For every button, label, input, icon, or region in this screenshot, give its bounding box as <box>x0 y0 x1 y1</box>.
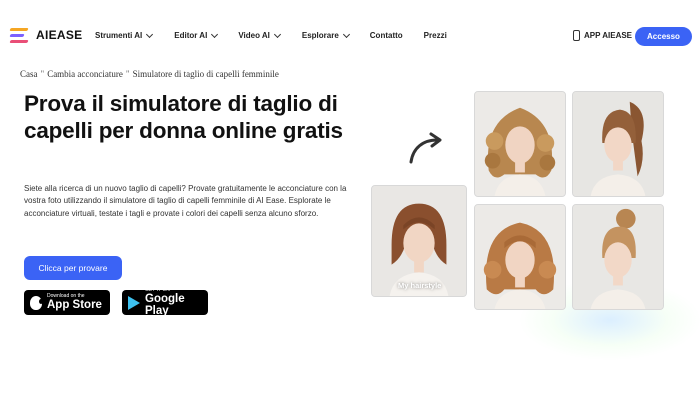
login-button[interactable]: Accesso <box>635 27 692 46</box>
app-download-link[interactable]: APP AIEASE <box>573 30 632 41</box>
menu-item-esplorare[interactable]: Esplorare <box>302 30 350 40</box>
chevron-down-icon <box>273 30 281 38</box>
menu-item-editor-ai[interactable]: Editor AI <box>174 30 219 40</box>
google-play-icon <box>128 295 140 310</box>
chevron-down-icon <box>146 30 154 38</box>
breadcrumb-item-change-hairstyles[interactable]: Cambia acconciature <box>47 69 123 79</box>
breadcrumb: Casa " Cambia acconciature " Simulatore … <box>20 69 279 79</box>
hairstyle-result-ponytail <box>572 91 664 197</box>
brand-name: AIEASE <box>36 28 83 42</box>
main-menu: Strumenti AI Editor AI Video AI Esplorar… <box>95 30 447 40</box>
apple-icon <box>30 295 43 310</box>
hairstyle-result-curly <box>474 91 566 197</box>
breadcrumb-separator: " <box>40 69 45 79</box>
hairstyle-result-bun <box>572 204 664 310</box>
page-title: Prova il simulatore di taglio di capelli… <box>24 91 343 143</box>
google-play-badge[interactable]: GET IT ON Google Play <box>122 288 208 317</box>
app-store-big-text: App Store <box>47 298 102 311</box>
breadcrumb-item-current: Simulatore di taglio di capelli femminil… <box>132 69 279 79</box>
try-now-button[interactable]: Clicca per provare <box>24 256 122 280</box>
logo-icon <box>9 26 30 44</box>
top-navigation: AIEASE Strumenti AI Editor AI Video AI E… <box>0 0 700 72</box>
brand-logo[interactable]: AIEASE <box>9 26 83 44</box>
breadcrumb-item-home[interactable]: Casa <box>20 69 38 79</box>
menu-item-video-ai[interactable]: Video AI <box>238 30 281 40</box>
menu-item-contatto[interactable]: Contatto <box>370 31 403 40</box>
menu-item-strumenti-ai[interactable]: Strumenti AI <box>95 30 154 40</box>
hero-description: Siete alla ricerca di un nuovo taglio di… <box>24 184 347 218</box>
source-photo: My hairstyle <box>371 185 467 297</box>
curved-arrow-icon <box>409 132 442 164</box>
app-store-badge[interactable]: Download on the App Store <box>24 290 110 315</box>
chevron-down-icon <box>211 30 219 38</box>
menu-item-prezzi[interactable]: Prezzi <box>424 31 447 40</box>
app-store-small-text: Download on the <box>47 292 85 299</box>
source-photo-tag: My hairstyle <box>398 281 442 290</box>
chevron-down-icon <box>342 30 350 38</box>
hairstyle-result-bangs-waves <box>474 204 566 310</box>
google-play-big-text: Google Play <box>145 293 185 317</box>
breadcrumb-separator: " <box>125 69 130 79</box>
phone-icon <box>573 30 580 41</box>
